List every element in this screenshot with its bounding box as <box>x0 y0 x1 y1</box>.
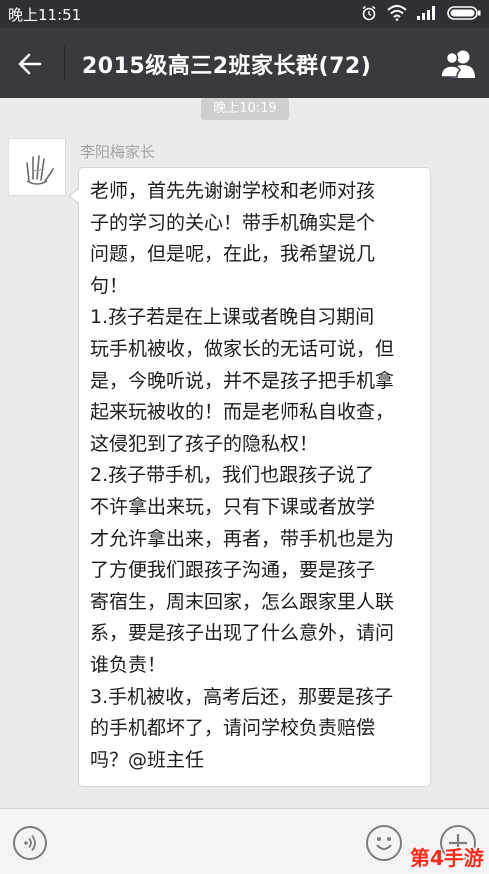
message-line: 不许拿出来玩，只有下课或者放学 <box>90 495 376 518</box>
message-line: 了方便我们跟孩子沟通，要是孩子 <box>90 559 376 582</box>
message-text: 老师，首先先谢谢学校和老师对孩 子的学习的关心！带手机确实是个 问题，但是呢，在此，… <box>90 176 422 776</box>
sender-name: 李阳梅家长 <box>80 143 156 161</box>
message-line: 句！ <box>90 274 129 297</box>
emoji-button[interactable] <box>366 825 402 861</box>
signal-icon <box>417 6 435 20</box>
message-line: 老师，首先先谢谢学校和老师对孩 <box>90 180 376 202</box>
group-members-button[interactable] <box>439 48 477 80</box>
message-line: 玩手机被收，做家长的无话可说，但 <box>90 337 395 360</box>
hand-drawing-avatar <box>26 155 54 185</box>
status-time: 晚上11:51 <box>8 6 82 24</box>
avatar[interactable] <box>8 138 66 196</box>
status-bar: 晚上11:51 <box>0 0 489 28</box>
back-button[interactable] <box>14 48 46 80</box>
chat-title: 2015级高三2班家长群(72) <box>82 54 372 79</box>
alarm-icon <box>362 5 376 21</box>
message-line: 吗？@班主任 <box>90 748 205 771</box>
message-line: 系，要是孩子出现了什么意外，请问 <box>90 622 395 645</box>
voice-input-button[interactable] <box>13 826 47 860</box>
message-line: 2.孩子带手机，我们也跟孩子说了 <box>90 464 375 487</box>
message-line: 的手机都坏了，请问学校负责赔偿 <box>90 717 376 740</box>
voice-icon <box>24 834 36 852</box>
watermark-logo: 第4手游 <box>410 846 484 870</box>
message-line: 3.手机被收，高考后还，那要是孩子 <box>90 685 394 708</box>
message-line: 起来玩被收的！而是老师私自收查， <box>90 401 395 424</box>
message-line: 才允许拿出来，再者，带手机也是为 <box>90 527 395 550</box>
battery-icon <box>447 6 481 20</box>
title-bar: 2015级高三2班家长群(72) <box>0 28 489 98</box>
message-line: 谁负责！ <box>90 653 167 676</box>
title-divider <box>64 46 65 80</box>
group-members-icon <box>440 50 475 78</box>
status-icons <box>361 5 481 21</box>
message-line: 子的学习的关心！带手机确实是个 <box>90 211 376 234</box>
message-line: 1.孩子若是在上课或者晚自习期间 <box>90 306 375 329</box>
wifi-icon <box>387 5 407 21</box>
message-line: 问题，但是呢，在此，我希望说几 <box>90 243 376 266</box>
message-line: 寄宿生，周末回家，怎么跟家里人联 <box>90 590 395 613</box>
smiley-icon <box>376 837 392 850</box>
message-line: 是，今晚听说，并不是孩子把手机拿 <box>90 369 395 392</box>
bubble-tail-fill <box>70 188 80 204</box>
arrow-left-icon <box>18 53 42 75</box>
message-line: 这侵犯到了孩子的隐私权！ <box>90 432 319 455</box>
message-timestamp: 晚上10:19 <box>201 98 289 120</box>
